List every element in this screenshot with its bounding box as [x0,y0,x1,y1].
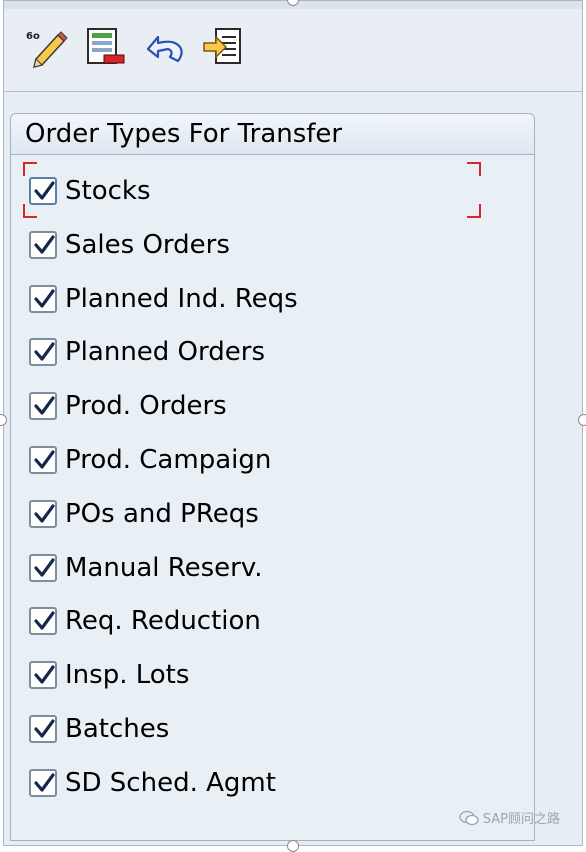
focus-corner-bl [23,204,37,218]
checkbox[interactable] [29,715,57,743]
checkmark-icon [34,719,55,738]
checkbox-label: Req. Reduction [65,606,261,637]
checkmark-icon [34,396,55,415]
checkbox-label: Insp. Lots [65,660,190,691]
checkbox-item[interactable]: Insp. Lots [29,655,189,695]
checkmark-icon [34,181,55,200]
checkbox-item[interactable]: Planned Orders [29,332,265,372]
panel-frame: 6o Order Types For Transfer Stocks Sales… [3,0,583,846]
watermark: SAP顾问之路 [459,808,560,827]
checkbox[interactable] [29,177,57,205]
transfer-document-icon [203,28,241,64]
watermark-text: SAP顾问之路 [482,812,560,827]
checkbox-label: Prod. Campaign [65,445,272,475]
resize-handle-bottom[interactable] [287,840,299,852]
checkbox[interactable] [29,284,57,313]
toolbar: 6o [4,9,582,92]
svg-text:6o: 6o [26,31,40,42]
checkmark-icon [34,557,55,577]
checkmark-icon [34,342,55,361]
checkbox-item[interactable]: Sales Orders [29,225,230,265]
checkbox-label: Sales Orders [65,229,230,260]
checkbox[interactable] [29,446,57,474]
checkbox-item[interactable]: Batches [29,709,169,749]
focus-corner-tr [467,162,481,176]
checkbox[interactable] [29,553,57,582]
chat-bubble-icon [459,810,479,825]
checkbox[interactable] [29,338,57,367]
edit-button[interactable]: 6o [24,25,68,69]
undo-button[interactable] [144,25,188,69]
checkbox-label: Batches [65,714,170,744]
undo-arrow-icon [146,35,183,63]
checkbox-item[interactable]: POs and PReqs [29,494,259,534]
checkmark-icon [34,288,55,308]
layout-button[interactable] [84,25,128,69]
checkbox-item[interactable]: Planned Ind. Reqs [29,279,298,319]
checkbox-label: POs and PReqs [65,498,259,529]
checkbox-label: SD Sched. Agmt [65,767,276,798]
checkmark-icon [34,235,55,254]
checkbox-item[interactable]: Manual Reserv. [29,548,263,588]
focus-corner-br [467,204,481,218]
checkbox-label: Planned Orders [65,337,265,368]
checkbox[interactable] [29,661,57,690]
checkbox[interactable] [29,768,57,797]
checkbox[interactable] [29,607,57,636]
checkmark-icon [34,504,55,523]
group-title: Order Types For Transfer [11,114,534,155]
resize-handle-right[interactable] [578,414,586,426]
transfer-button[interactable] [202,25,246,69]
focus-corner-tl [23,162,37,176]
checkbox-label: Stocks [65,176,151,206]
checkbox[interactable] [29,499,57,528]
checkbox-item[interactable]: Prod. Campaign [29,440,271,480]
checkbox-item[interactable]: Prod. Orders [29,386,227,426]
layout-table-icon [87,28,125,64]
checkmark-icon [34,773,55,792]
checkbox[interactable] [29,230,57,259]
checkbox-item[interactable]: SD Sched. Agmt [29,763,276,803]
order-types-group: Order Types For Transfer Stocks Sales Ord… [10,113,535,841]
checkbox-label: Prod. Orders [65,391,227,422]
checkmark-icon [34,665,55,684]
edit-pencil-icon: 6o [26,31,68,69]
checkbox-item[interactable]: Req. Reduction [29,601,261,641]
checkmark-icon [34,450,55,469]
checkbox-item[interactable]: Stocks [29,171,151,211]
checkbox-label: Planned Ind. Reqs [65,283,298,314]
checkmark-icon [34,611,55,630]
checkbox-label: Manual Reserv. [65,552,263,583]
checkbox[interactable] [29,392,57,421]
